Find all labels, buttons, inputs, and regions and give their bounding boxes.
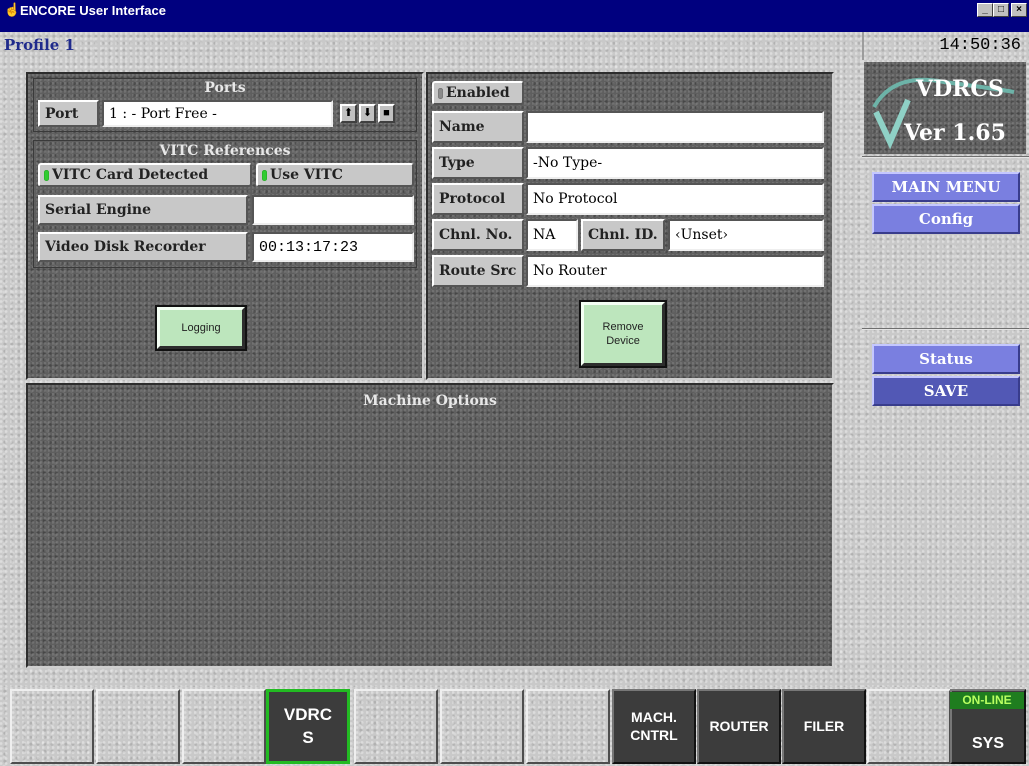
chnl-no-field[interactable]: NA [526,219,578,251]
sidebar-separator [862,156,1029,158]
route-src-select[interactable]: No Router [526,255,824,287]
name-label: Name [432,111,524,143]
window-title: ENCORE User Interface [20,3,166,18]
softkey-1[interactable] [10,689,94,764]
remove-device-button[interactable]: Remove Device [579,300,667,368]
remove-device-line1: Remove [602,320,644,333]
save-button[interactable]: SAVE [872,376,1020,406]
app-hand-icon: ☝ [4,2,21,17]
route-src-label: Route Src [432,255,524,287]
led-green-icon [44,169,49,181]
clock-time: 14:50:36 [939,36,1021,55]
main-area: Ports Port 1 : - Port Free - ⬆ ⬇ ■ VITC … [0,60,862,687]
logo-line1: VDRCS [915,76,1004,102]
softkey-7[interactable] [526,689,610,764]
led-gray-icon [438,87,443,99]
serial-engine-label: Serial Engine [38,195,248,225]
clock-box: 14:50:36 [864,32,1029,60]
footer-softkeys: VDRC S MACH. CNTRL ROUTER FILER SYS [0,687,1029,766]
softkey-2[interactable] [96,689,180,764]
profile-bar: Profile 1 [0,32,862,60]
online-status-badge: ON-LINE [950,692,1024,709]
port-stop-button[interactable]: ■ [378,104,395,123]
maximize-button[interactable]: □ [993,3,1009,17]
chnl-no-label: Chnl. No. [432,219,524,251]
chnl-id-field[interactable]: ‹Unset› [668,219,824,251]
name-field[interactable] [526,111,824,143]
machine-options-title: Machine Options [363,393,497,409]
type-select[interactable]: -No Type- [526,147,824,179]
softkey-6[interactable] [440,689,524,764]
serial-engine-field[interactable] [252,195,414,225]
vdr-label: Video Disk Recorder [38,232,248,262]
chnl-id-label: Chnl. ID. [581,219,665,251]
port-down-button[interactable]: ⬇ [359,104,376,123]
config-button[interactable]: Config [872,204,1020,234]
device-panel: Enabled Name Type -No Type- Protocol No … [426,72,834,380]
softkey-11[interactable] [867,689,951,764]
use-vitc-checkbox[interactable]: Use VITC [256,163,414,187]
status-button[interactable]: Status [872,344,1020,374]
arrow-up-icon: ⬆ [343,107,354,119]
ports-section: Ports Port 1 : - Port Free - ⬆ ⬇ ■ [33,78,417,132]
sidebar-separator [862,328,1029,330]
vitc-section: VITC References VITC Card Detected Use V… [33,140,417,268]
softkey-5[interactable] [354,689,438,764]
logo-line2: Ver 1.65 [903,120,1006,146]
window-title-bar[interactable]: ☝ ENCORE User Interface _ □ × [0,0,1029,32]
softkey-vdrcs[interactable]: VDRC S [266,689,350,764]
vdrcs-logo: VDRCS Ver 1.65 [872,76,1015,150]
vitc-card-detected-indicator: VITC Card Detected [38,163,252,187]
minimize-button[interactable]: _ [977,3,993,17]
ports-vitc-panel: Ports Port 1 : - Port Free - ⬆ ⬇ ■ VITC … [26,72,424,380]
softkey-vdrcs-line1: VDRC [283,705,333,725]
port-up-button[interactable]: ⬆ [340,104,357,123]
window-controls: _ □ × [977,3,1027,17]
enabled-label: Enabled [446,85,510,101]
machine-options-panel: Machine Options [26,383,834,668]
softkey-mach-line2: CNTRL [630,726,678,743]
softkey-mach-cntrl[interactable]: MACH. CNTRL [612,689,696,764]
port-select[interactable]: 1 : - Port Free - [102,100,333,127]
softkey-mach-line1: MACH. [631,709,677,725]
vdr-timecode-field[interactable]: 00:13:17:23 [252,232,414,262]
remove-device-line2: Device [606,335,640,347]
vitc-title: VITC References [159,143,291,159]
softkey-vdrcs-line2: S [302,727,314,747]
softkey-filer[interactable]: FILER [782,689,866,764]
vdrcs-logo-box: VDRCS Ver 1.65 [864,62,1026,154]
main-menu-button[interactable]: MAIN MENU [872,172,1020,202]
vitc-card-detected-label: VITC Card Detected [52,167,209,183]
ports-title: Ports [204,80,246,96]
sidebar: VDRCS Ver 1.65 MAIN MENU Config Status S… [862,60,1029,687]
port-label: Port [38,100,99,127]
close-button[interactable]: × [1011,3,1027,17]
enabled-checkbox[interactable]: Enabled [432,81,524,105]
logging-button[interactable]: Logging [155,305,247,351]
profile-label: Profile 1 [4,36,75,54]
arrow-down-icon: ⬇ [362,107,373,119]
type-label: Type [432,147,524,179]
softkey-3[interactable] [182,689,266,764]
protocol-label: Protocol [432,183,524,215]
square-icon: ■ [383,107,390,119]
softkey-router[interactable]: ROUTER [697,689,781,764]
protocol-select[interactable]: No Protocol [526,183,824,215]
led-green-icon [262,169,267,181]
use-vitc-label: Use VITC [270,167,343,183]
